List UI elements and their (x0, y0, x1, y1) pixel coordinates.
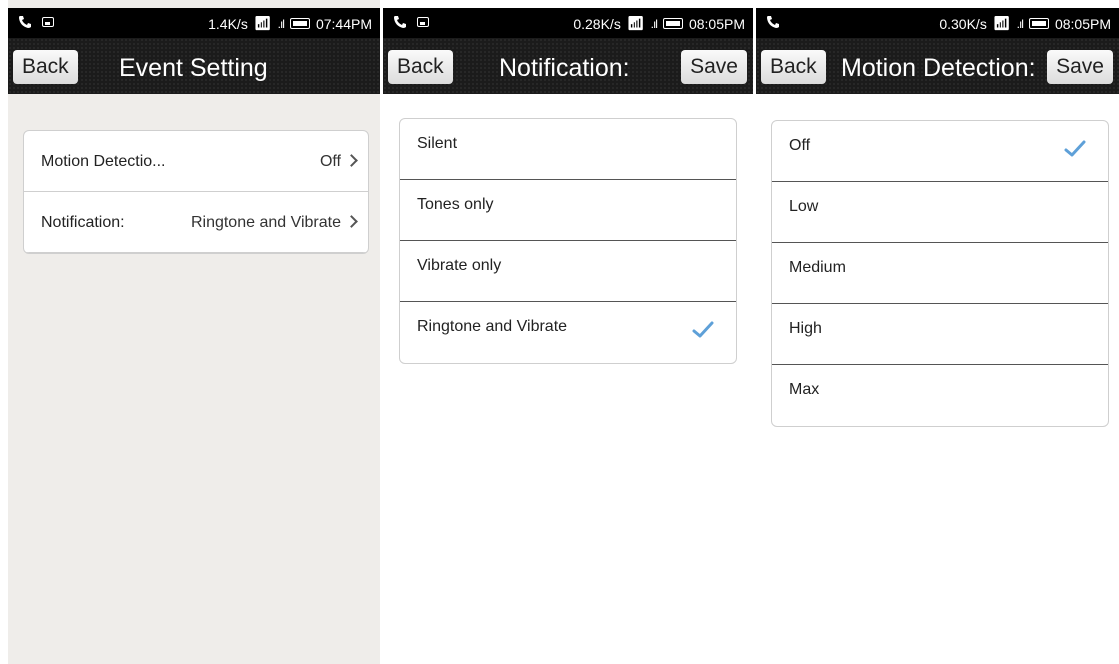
option-label: Ringtone and Vibrate (417, 318, 568, 335)
option-item[interactable]: Max (772, 365, 1108, 426)
wifi-icon: 📶︎ (992, 15, 1011, 31)
option-item[interactable]: Off (772, 121, 1108, 182)
settings-list: Motion Detectio... Off Notification: Rin… (23, 130, 369, 254)
clock: 07:44PM (315, 15, 372, 32)
event-setting-screen: 1.4K/s 📶︎ .ıl 07:44PM Back Event Setting… (8, 0, 380, 664)
checkmark-icon (692, 318, 714, 346)
back-button[interactable]: Back (13, 50, 78, 84)
option-label: Off (789, 137, 811, 154)
motion-options-list: Off Low Medium High Max (771, 120, 1109, 427)
option-label: Low (789, 198, 819, 215)
image-icon (417, 17, 429, 27)
option-item[interactable]: Silent (400, 119, 736, 180)
wifi-icon: 📶︎ (253, 15, 272, 31)
option-item[interactable]: Medium (772, 243, 1108, 304)
option-label: Medium (789, 259, 846, 276)
battery-icon (662, 18, 683, 29)
checkmark-icon (1064, 137, 1086, 165)
status-bar: 0.28K/s 📶︎ .ıl 08:05PM (383, 8, 753, 38)
option-item[interactable]: Vibrate only (400, 241, 736, 302)
option-label: High (789, 320, 822, 337)
option-item[interactable]: Low (772, 182, 1108, 243)
wifi-icon: 📶︎ (626, 15, 645, 31)
network-speed: 0.28K/s (573, 15, 621, 32)
battery-icon (1028, 18, 1049, 29)
list-item-motion-detection[interactable]: Motion Detectio... Off (24, 131, 368, 192)
notification-options-list: Silent Tones only Vibrate only Ringtone and… (399, 118, 737, 364)
page-title: Motion Detection: (841, 54, 1036, 82)
clock: 08:05PM (688, 15, 745, 32)
back-button[interactable]: Back (761, 50, 826, 84)
chevron-right-icon (345, 154, 358, 167)
phone-icon (767, 16, 779, 28)
title-bar: Back Event Setting (8, 38, 380, 94)
chevron-right-icon (345, 215, 358, 228)
title-bar: Back Motion Detection: Save (756, 38, 1119, 94)
signal-icon: .ıl (1016, 16, 1024, 31)
option-label: Vibrate only (417, 257, 502, 274)
image-icon (42, 17, 54, 27)
option-label: Silent (417, 135, 458, 152)
list-item-value: Ringtone and Vibrate (191, 214, 358, 232)
network-speed: 1.4K/s (208, 15, 248, 32)
list-item-label: Notification: (41, 214, 125, 231)
option-label: Tones only (417, 196, 494, 213)
battery-icon (289, 18, 310, 29)
list-item-notification[interactable]: Notification: Ringtone and Vibrate (24, 192, 368, 253)
status-bar: 0.30K/s 📶︎ .ıl 08:05PM (756, 8, 1119, 38)
motion-detection-screen: 0.30K/s 📶︎ .ıl 08:05PM Back Motion Detec… (756, 0, 1119, 664)
list-item-label: Motion Detectio... (41, 153, 166, 170)
save-button[interactable]: Save (681, 50, 747, 84)
phone-icon (394, 16, 406, 28)
page-title: Event Setting (119, 54, 268, 82)
option-item[interactable]: High (772, 304, 1108, 365)
list-item-value: Off (320, 153, 358, 171)
status-bar: 1.4K/s 📶︎ .ıl 07:44PM (8, 8, 380, 38)
title-bar: Back Notification: Save (383, 38, 753, 94)
option-item[interactable]: Tones only (400, 180, 736, 241)
option-label: Max (789, 381, 820, 398)
save-button[interactable]: Save (1047, 50, 1113, 84)
signal-icon: .ıl (277, 16, 285, 31)
notification-screen: 0.28K/s 📶︎ .ıl 08:05PM Back Notification… (383, 0, 753, 664)
option-item[interactable]: Ringtone and Vibrate (400, 302, 736, 363)
phone-icon (19, 16, 31, 28)
page-title: Notification: (499, 54, 630, 82)
clock: 08:05PM (1054, 15, 1111, 32)
signal-icon: .ıl (650, 16, 658, 31)
back-button[interactable]: Back (388, 50, 453, 84)
network-speed: 0.30K/s (939, 15, 987, 32)
